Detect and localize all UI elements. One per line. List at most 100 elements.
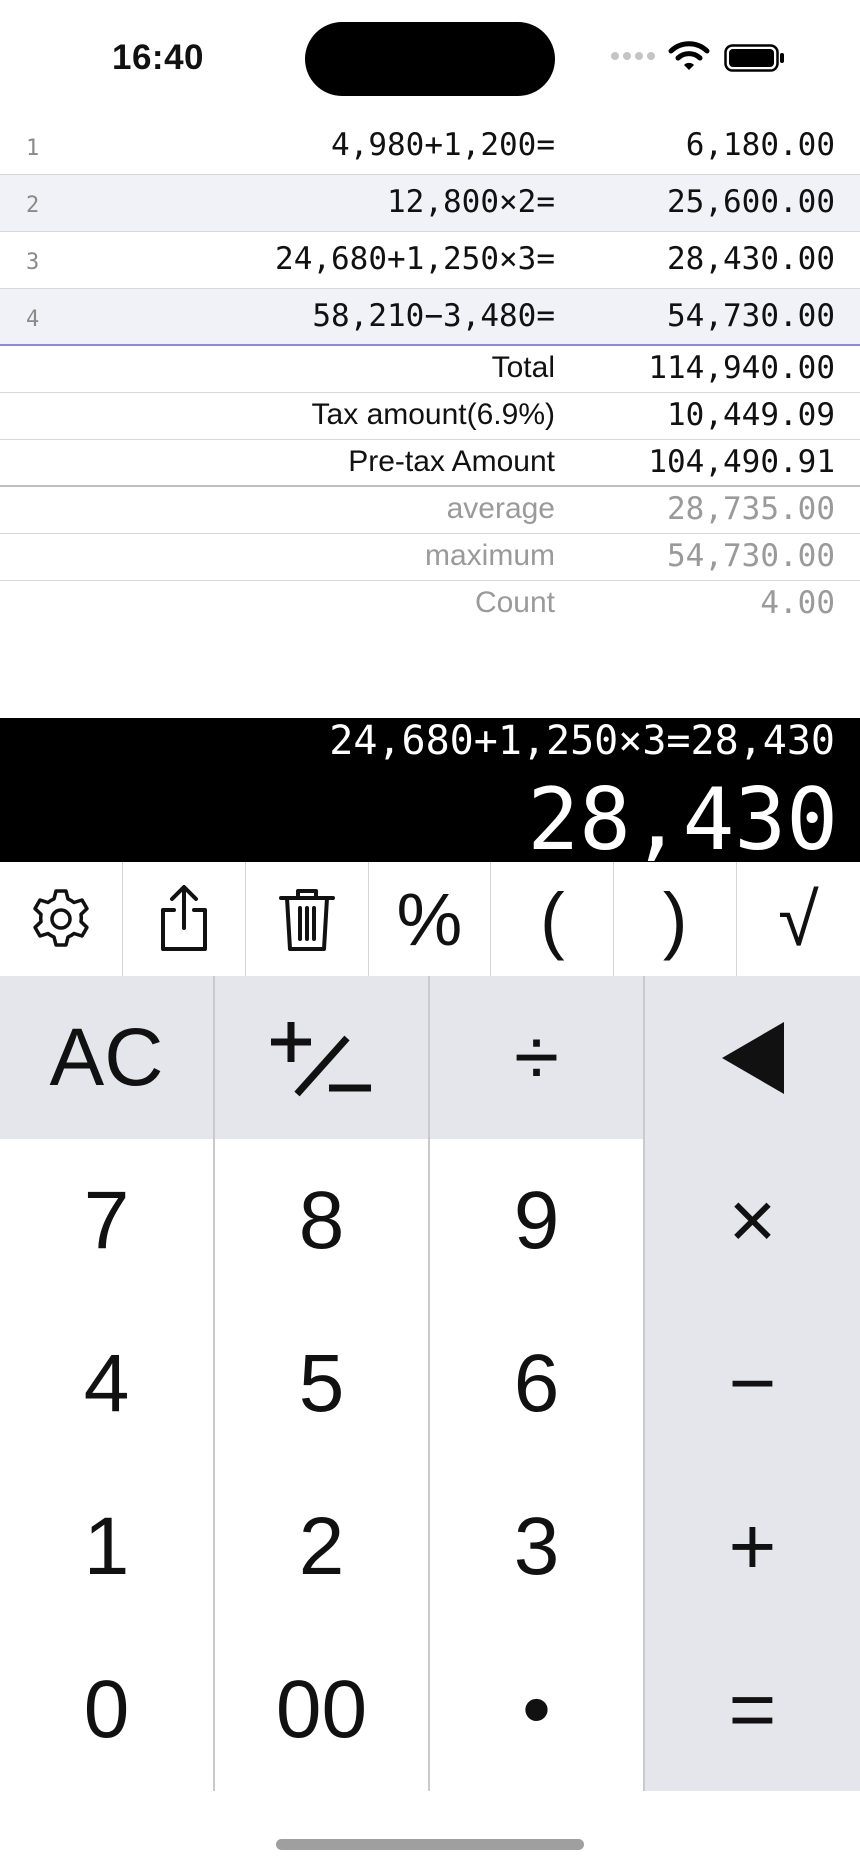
delete-history-button[interactable] bbox=[246, 862, 369, 976]
digit-label: 2 bbox=[298, 1500, 345, 1592]
percent-label: % bbox=[396, 877, 463, 961]
summary-pretax-row: Pre-tax Amount 104,490.91 bbox=[0, 440, 860, 487]
summary-label: Tax amount(6.9%) bbox=[311, 398, 555, 431]
row-index: 2 bbox=[26, 193, 40, 218]
row-result: 25,600.00 bbox=[667, 184, 835, 220]
keypad-row: 0 00 • = bbox=[0, 1628, 860, 1791]
row-index: 1 bbox=[26, 136, 40, 161]
plus-button[interactable]: + bbox=[645, 1465, 860, 1628]
settings-button[interactable] bbox=[0, 862, 123, 976]
digit-6-button[interactable]: 6 bbox=[430, 1302, 645, 1465]
keypad-row: 7 8 9 × bbox=[0, 1139, 860, 1302]
row-expression: 58,210−3,480= bbox=[312, 298, 555, 334]
stat-value: 4.00 bbox=[760, 585, 835, 621]
keypad: AC ÷ 7 8 9 × 4 5 6 − 1 2 3 + 0 00 • = bbox=[0, 976, 860, 1791]
backspace-triangle-icon bbox=[721, 1021, 784, 1094]
status-time: 16:40 bbox=[112, 38, 205, 77]
stat-label: Count bbox=[474, 586, 555, 619]
summary-value: 10,449.09 bbox=[667, 397, 835, 433]
row-index: 4 bbox=[26, 307, 40, 332]
digit-8-button[interactable]: 8 bbox=[215, 1139, 430, 1302]
row-result: 54,730.00 bbox=[667, 298, 835, 334]
gear-icon bbox=[33, 889, 89, 947]
row-expression: 24,680+1,250×3= bbox=[275, 241, 555, 277]
wifi-icon bbox=[668, 41, 710, 70]
double-zero-button[interactable]: 00 bbox=[215, 1628, 430, 1791]
all-clear-button[interactable]: AC bbox=[0, 976, 215, 1139]
summary-label: Total bbox=[491, 351, 555, 384]
tape-row[interactable]: 3 24,680+1,250×3= 28,430.00 bbox=[0, 232, 860, 289]
digit-label: 1 bbox=[83, 1500, 130, 1592]
digit-1-button[interactable]: 1 bbox=[0, 1465, 215, 1628]
digit-7-button[interactable]: 7 bbox=[0, 1139, 215, 1302]
stat-value: 28,735.00 bbox=[667, 491, 835, 527]
digit-label: 7 bbox=[83, 1174, 130, 1266]
multiply-label: × bbox=[728, 1174, 777, 1266]
stat-count-row: Count 4.00 bbox=[0, 581, 860, 628]
sqrt-button[interactable]: √ bbox=[737, 862, 860, 976]
keypad-row: 1 2 3 + bbox=[0, 1465, 860, 1628]
row-result: 28,430.00 bbox=[667, 241, 835, 277]
decimal-button[interactable]: • bbox=[430, 1628, 645, 1791]
stat-maximum-row: maximum 54,730.00 bbox=[0, 534, 860, 581]
digit-label: 6 bbox=[513, 1337, 560, 1429]
close-paren-button[interactable]: ) bbox=[614, 862, 738, 976]
digit-9-button[interactable]: 9 bbox=[430, 1139, 645, 1302]
sign-toggle-button[interactable] bbox=[215, 976, 430, 1139]
minus-button[interactable]: − bbox=[645, 1302, 860, 1465]
cellular-signal-icon bbox=[611, 52, 655, 60]
stat-label: maximum bbox=[424, 539, 555, 572]
battery-icon bbox=[724, 44, 784, 72]
home-indicator[interactable] bbox=[276, 1839, 584, 1850]
digit-4-button[interactable]: 4 bbox=[0, 1302, 215, 1465]
digit-0-button[interactable]: 0 bbox=[0, 1628, 215, 1791]
digit-2-button[interactable]: 2 bbox=[215, 1465, 430, 1628]
digit-5-button[interactable]: 5 bbox=[215, 1302, 430, 1465]
equals-label: = bbox=[728, 1663, 777, 1755]
multiply-button[interactable]: × bbox=[645, 1139, 860, 1302]
tape-row[interactable]: 1 4,980+1,200= 6,180.00 bbox=[0, 118, 860, 175]
digit-label: 4 bbox=[83, 1337, 130, 1429]
status-bar: 16:40 bbox=[0, 0, 860, 118]
summary-tax-row: Tax amount(6.9%) 10,449.09 bbox=[0, 393, 860, 440]
display-value: 28,430 bbox=[527, 770, 838, 870]
keypad-row: AC ÷ bbox=[0, 976, 860, 1139]
digit-label: 00 bbox=[275, 1663, 368, 1755]
function-row: % ( ) √ bbox=[0, 862, 860, 976]
dynamic-island bbox=[305, 22, 555, 96]
keypad-row: 4 5 6 − bbox=[0, 1302, 860, 1465]
row-expression: 4,980+1,200= bbox=[331, 127, 555, 163]
percent-button[interactable]: % bbox=[369, 862, 492, 976]
plus-label: + bbox=[728, 1500, 777, 1592]
plus-minus-icon bbox=[270, 1021, 371, 1096]
sqrt-label: √ bbox=[778, 877, 819, 961]
trash-icon bbox=[278, 889, 335, 951]
tape-row[interactable]: 2 12,800×2= 25,600.00 bbox=[0, 175, 860, 232]
row-result: 6,180.00 bbox=[685, 127, 835, 163]
digit-label: 5 bbox=[298, 1337, 345, 1429]
row-expression: 12,800×2= bbox=[387, 184, 555, 220]
digit-label: 3 bbox=[513, 1500, 560, 1592]
share-button[interactable] bbox=[123, 862, 246, 976]
backspace-button[interactable] bbox=[645, 976, 860, 1139]
minus-label: − bbox=[728, 1337, 777, 1429]
calculator-display: 24,680+1,250×3=28,430 28,430 bbox=[0, 718, 860, 870]
tape-row[interactable]: 4 58,210−3,480= 54,730.00 bbox=[0, 289, 860, 346]
summary-value: 114,940.00 bbox=[648, 350, 835, 386]
summary-value: 104,490.91 bbox=[648, 444, 835, 480]
stat-average-row: average 28,735.00 bbox=[0, 487, 860, 534]
open-paren-button[interactable]: ( bbox=[491, 862, 615, 976]
open-paren-label: ( bbox=[539, 877, 565, 961]
digit-3-button[interactable]: 3 bbox=[430, 1465, 645, 1628]
divide-button[interactable]: ÷ bbox=[430, 976, 645, 1139]
digit-label: 9 bbox=[513, 1174, 560, 1266]
close-paren-label: ) bbox=[662, 877, 688, 961]
digit-label: 0 bbox=[83, 1663, 130, 1755]
equals-button[interactable]: = bbox=[645, 1628, 860, 1791]
decimal-label: • bbox=[522, 1663, 551, 1755]
stat-value: 54,730.00 bbox=[667, 538, 835, 574]
summary-label: Pre-tax Amount bbox=[348, 445, 555, 478]
share-icon bbox=[160, 885, 207, 951]
stat-label: average bbox=[446, 492, 555, 525]
row-index: 3 bbox=[26, 250, 40, 275]
